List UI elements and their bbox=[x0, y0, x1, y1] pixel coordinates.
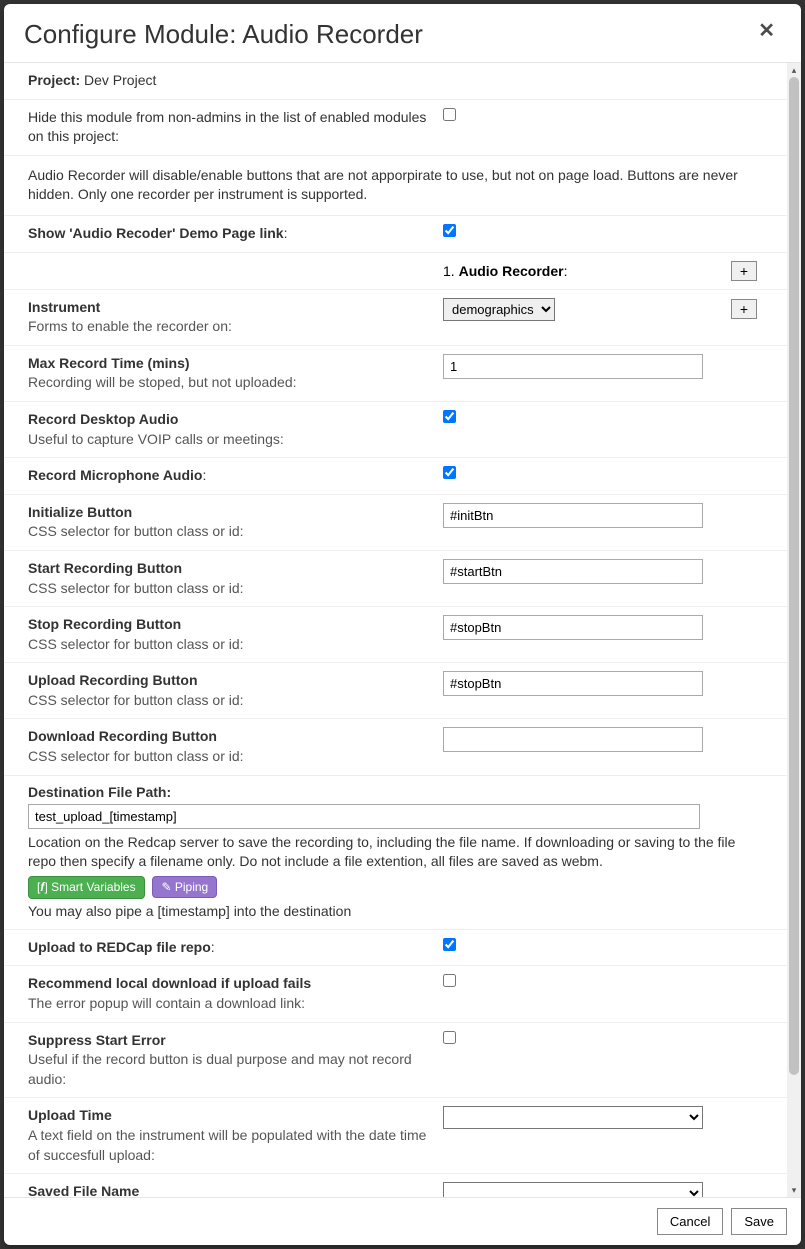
modal-body-wrap: Project: Dev Project Hide this module fr… bbox=[4, 63, 801, 1197]
stop-btn-row: Stop Recording Button CSS selector for b… bbox=[4, 607, 787, 663]
hide-module-text: Hide this module from non-admins in the … bbox=[28, 109, 426, 145]
modal-title: Configure Module: Audio Recorder bbox=[24, 19, 423, 50]
dest-path-input[interactable] bbox=[28, 804, 700, 829]
download-btn-input[interactable] bbox=[443, 727, 703, 752]
upload-time-row: Upload Time A text field on the instrume… bbox=[4, 1098, 787, 1174]
max-record-input[interactable] bbox=[443, 354, 703, 379]
start-btn-label: Start Recording Button bbox=[28, 560, 182, 576]
max-record-row: Max Record Time (mins) Recording will be… bbox=[4, 346, 787, 402]
section-title: Audio Recorder bbox=[459, 263, 564, 279]
section-number: 1. bbox=[443, 263, 455, 279]
upload-btn-sub: CSS selector for button class or id: bbox=[28, 692, 244, 708]
config-modal: Configure Module: Audio Recorder ✕ Proje… bbox=[4, 4, 801, 1245]
desktop-audio-checkbox[interactable] bbox=[443, 410, 456, 423]
scroll-down-icon[interactable]: ▾ bbox=[787, 1183, 801, 1197]
upload-repo-label: Upload to REDCap file repo bbox=[28, 939, 211, 955]
hide-module-row: Hide this module from non-admins in the … bbox=[4, 100, 787, 156]
project-row: Project: Dev Project bbox=[4, 63, 787, 100]
module-description: Audio Recorder will disable/enable butto… bbox=[4, 156, 787, 216]
start-btn-input[interactable] bbox=[443, 559, 703, 584]
suppress-err-row: Suppress Start Error Useful if the recor… bbox=[4, 1023, 787, 1099]
max-record-label: Max Record Time (mins) bbox=[28, 355, 190, 371]
stop-btn-input[interactable] bbox=[443, 615, 703, 640]
mic-audio-checkbox[interactable] bbox=[443, 466, 456, 479]
dest-path-help: Location on the Redcap server to save th… bbox=[28, 833, 763, 872]
hide-module-checkbox[interactable] bbox=[443, 108, 456, 121]
stop-btn-sub: CSS selector for button class or id: bbox=[28, 636, 244, 652]
scroll-thumb[interactable] bbox=[789, 77, 799, 1075]
desktop-audio-row: Record Desktop Audio Useful to capture V… bbox=[4, 402, 787, 458]
stop-btn-label: Stop Recording Button bbox=[28, 616, 181, 632]
init-btn-input[interactable] bbox=[443, 503, 703, 528]
project-label: Project: bbox=[28, 72, 80, 88]
instrument-sub: Forms to enable the recorder on: bbox=[28, 318, 232, 334]
mic-audio-label: Record Microphone Audio bbox=[28, 467, 202, 483]
recommend-dl-row: Recommend local download if upload fails… bbox=[4, 966, 787, 1022]
init-btn-row: Initialize Button CSS selector for butto… bbox=[4, 495, 787, 551]
modal-body: Project: Dev Project Hide this module fr… bbox=[4, 63, 787, 1197]
mic-audio-row: Record Microphone Audio: bbox=[4, 458, 787, 495]
max-record-sub: Recording will be stoped, but not upload… bbox=[28, 374, 297, 390]
upload-repo-row: Upload to REDCap file repo: bbox=[4, 930, 787, 967]
upload-btn-input[interactable] bbox=[443, 671, 703, 696]
cancel-button[interactable]: Cancel bbox=[657, 1208, 723, 1235]
desktop-audio-sub: Useful to capture VOIP calls or meetings… bbox=[28, 431, 284, 447]
instrument-row: Instrument Forms to enable the recorder … bbox=[4, 290, 787, 346]
suppress-err-sub: Useful if the record button is dual purp… bbox=[28, 1051, 412, 1087]
desktop-audio-label: Record Desktop Audio bbox=[28, 411, 178, 427]
show-demo-label: Show 'Audio Recoder' Demo Page link bbox=[28, 225, 284, 241]
upload-time-sub: A text field on the instrument will be p… bbox=[28, 1127, 426, 1163]
start-btn-row: Start Recording Button CSS selector for … bbox=[4, 551, 787, 607]
instrument-label: Instrument bbox=[28, 299, 100, 315]
save-button[interactable]: Save bbox=[731, 1208, 787, 1235]
upload-btn-label: Upload Recording Button bbox=[28, 672, 198, 688]
destination-path-block: Destination File Path: Location on the R… bbox=[4, 776, 787, 930]
smart-variables-button[interactable]: [𝒇] Smart Variables bbox=[28, 876, 145, 899]
audio-recorder-section-header: 1. Audio Recorder: + bbox=[4, 253, 787, 290]
scroll-up-icon[interactable]: ▴ bbox=[787, 63, 801, 77]
project-value: Dev Project bbox=[84, 72, 156, 88]
pipe-note: You may also pipe a [timestamp] into the… bbox=[28, 903, 763, 919]
start-btn-sub: CSS selector for button class or id: bbox=[28, 580, 244, 596]
init-btn-sub: CSS selector for button class or id: bbox=[28, 523, 244, 539]
suppress-err-label: Suppress Start Error bbox=[28, 1032, 166, 1048]
recommend-dl-label: Recommend local download if upload fails bbox=[28, 975, 311, 991]
saved-file-select[interactable] bbox=[443, 1182, 703, 1197]
download-btn-sub: CSS selector for button class or id: bbox=[28, 748, 244, 764]
download-btn-label: Download Recording Button bbox=[28, 728, 217, 744]
upload-time-label: Upload Time bbox=[28, 1107, 112, 1123]
piping-button[interactable]: ✎ Piping bbox=[152, 876, 217, 898]
init-btn-label: Initialize Button bbox=[28, 504, 132, 520]
upload-btn-row: Upload Recording Button CSS selector for… bbox=[4, 663, 787, 719]
dest-path-label: Destination File Path: bbox=[28, 784, 763, 800]
show-demo-row: Show 'Audio Recoder' Demo Page link: bbox=[4, 216, 787, 253]
recommend-dl-checkbox[interactable] bbox=[443, 974, 456, 987]
saved-file-row: Saved File Name A text field on the inst… bbox=[4, 1174, 787, 1197]
upload-time-select[interactable] bbox=[443, 1106, 703, 1129]
add-section-button[interactable]: + bbox=[731, 261, 757, 281]
modal-footer: Cancel Save bbox=[4, 1197, 801, 1245]
suppress-err-checkbox[interactable] bbox=[443, 1031, 456, 1044]
instrument-select[interactable]: demographics bbox=[443, 298, 555, 321]
upload-repo-checkbox[interactable] bbox=[443, 938, 456, 951]
recommend-dl-sub: The error popup will contain a download … bbox=[28, 995, 305, 1011]
saved-file-label: Saved File Name bbox=[28, 1183, 139, 1197]
show-demo-checkbox[interactable] bbox=[443, 224, 456, 237]
add-instrument-button[interactable]: + bbox=[731, 299, 757, 319]
close-icon[interactable]: ✕ bbox=[752, 19, 781, 43]
download-btn-row: Download Recording Button CSS selector f… bbox=[4, 719, 787, 775]
scrollbar[interactable]: ▴ ▾ bbox=[787, 63, 801, 1197]
modal-header: Configure Module: Audio Recorder ✕ bbox=[4, 4, 801, 63]
